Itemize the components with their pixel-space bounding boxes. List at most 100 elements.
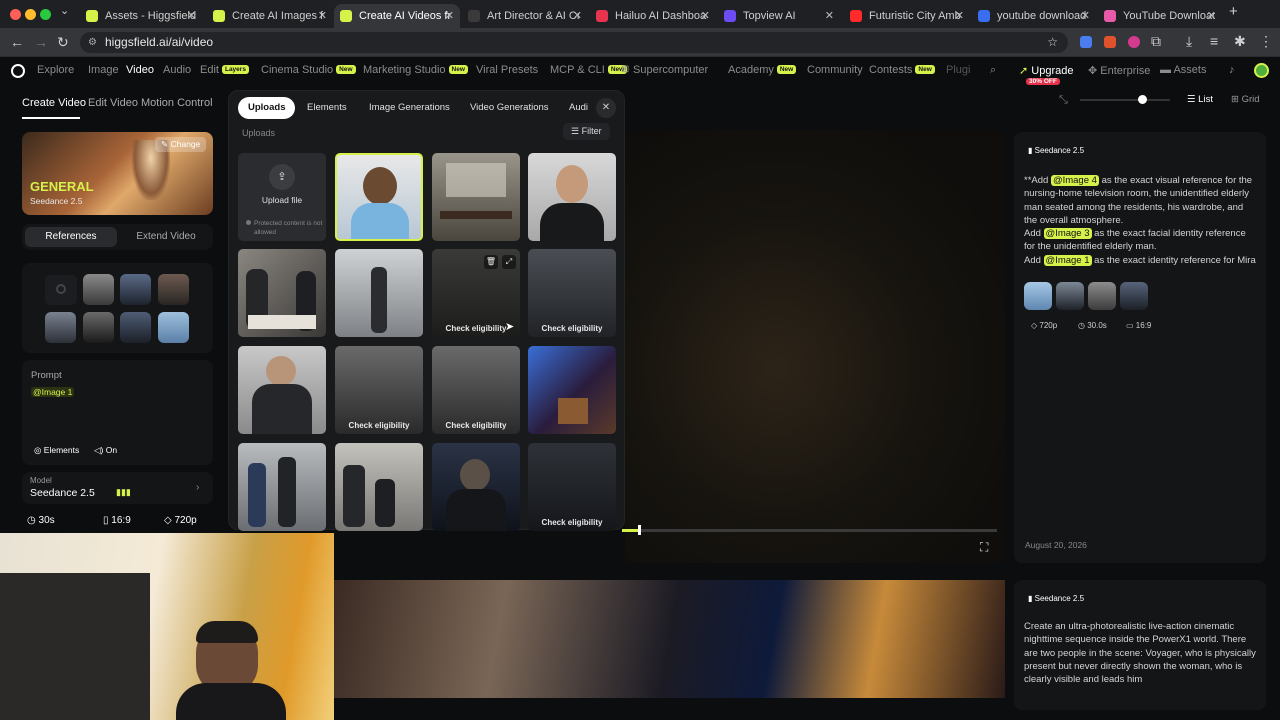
nav-mcp-cli[interactable]: MCP & CLI New <box>550 64 628 76</box>
nav-audio[interactable]: Audio <box>163 64 191 76</box>
upload-thumbnail-restricted[interactable]: Check eligibility <box>432 346 520 434</box>
reference-thumbnail[interactable] <box>158 274 189 305</box>
expand-icon[interactable]: ⤢ <box>502 255 516 269</box>
upload-thumbnail-restricted[interactable]: Check eligibility <box>528 249 616 337</box>
filter-button[interactable]: ☰ Filter <box>563 123 610 140</box>
extension-icon[interactable] <box>1080 36 1092 48</box>
video-progress-track[interactable] <box>625 529 997 532</box>
tab-close-icon[interactable]: ✕ <box>318 9 327 22</box>
zoom-slider-thumb[interactable] <box>1138 95 1147 104</box>
tab-create-video[interactable]: Create Video <box>22 97 86 109</box>
check-eligibility-button[interactable]: Check eligibility <box>432 421 520 430</box>
tab-close-icon[interactable]: ✕ <box>955 9 964 22</box>
check-eligibility-button[interactable]: Check eligibility <box>528 324 616 333</box>
reference-thumbnail[interactable] <box>1024 282 1052 310</box>
tab-video-generations[interactable]: Video Generations <box>460 97 559 119</box>
prompt-image-tag[interactable]: @Image 1 <box>31 387 75 397</box>
browser-menu-icon[interactable]: ⋮ <box>1259 33 1273 50</box>
quality-setting[interactable]: ◇ 720p <box>164 515 197 526</box>
upload-thumbnail[interactable] <box>528 153 616 241</box>
tab-image-generations[interactable]: Image Generations <box>359 97 460 119</box>
extend-video-tab[interactable]: Extend Video <box>122 227 210 247</box>
browser-tab[interactable]: Futuristic City Ambie ✕ <box>844 4 970 28</box>
upload-thumbnail[interactable] <box>335 249 423 337</box>
video-scrubber[interactable] <box>638 525 641 535</box>
upload-thumbnail[interactable] <box>335 443 423 531</box>
avatar[interactable] <box>1254 63 1269 78</box>
check-eligibility-button[interactable]: Check eligibility <box>335 421 423 430</box>
close-popover-icon[interactable]: ✕ <box>596 98 616 118</box>
browser-tab[interactable]: Art Director & AI Cre ✕ <box>462 4 588 28</box>
reference-thumbnail[interactable] <box>45 312 76 343</box>
reference-thumbnail[interactable] <box>83 274 114 305</box>
reference-thumbnail[interactable] <box>83 312 114 343</box>
higgsfield-logo-icon[interactable] <box>11 64 25 78</box>
browser-tab[interactable]: Hailuo AI Dashboard ✕ <box>590 4 716 28</box>
model-selector[interactable]: Model Seedance 2.5 ▮▮▮ › <box>22 472 213 504</box>
grid-view-button[interactable]: ⊞ Grid <box>1231 94 1260 105</box>
nav-assets[interactable]: ▬ Assets <box>1160 64 1206 76</box>
reload-icon[interactable]: ↻ <box>57 34 69 51</box>
nav-academy[interactable]: Academy New <box>728 64 797 76</box>
prompt-box[interactable]: Prompt @Image 1 ◎ Elements ◁) On <box>22 360 213 465</box>
audio-toggle[interactable]: ◁) On <box>94 445 117 456</box>
delete-icon[interactable]: 🗑 <box>484 255 498 269</box>
change-button[interactable]: ✎ Change <box>155 137 207 152</box>
reference-thumbnail[interactable] <box>120 274 151 305</box>
notification-bell-icon[interactable]: ♪ <box>1229 64 1235 76</box>
upload-thumbnail[interactable] <box>238 346 326 434</box>
browser-tab[interactable]: Topview AI ✕ <box>718 4 840 28</box>
tab-edit-video[interactable]: Edit Video <box>88 97 138 109</box>
browser-tab[interactable]: youtube download o ✕ <box>972 4 1096 28</box>
model-preset-card[interactable]: ✎ Change GENERAL Seedance 2.5 <box>22 132 213 215</box>
upgrade-button[interactable]: ➚ Upgrade <box>1019 64 1073 77</box>
nav-video[interactable]: Video <box>126 64 154 76</box>
nav-enterprise[interactable]: ✥ Enterprise <box>1088 64 1150 77</box>
reference-thumbnail[interactable] <box>120 312 151 343</box>
nav-marketing-studio[interactable]: Marketing Studio New <box>363 64 468 76</box>
expand-icon[interactable]: ⤡ <box>1059 94 1068 107</box>
close-window-button[interactable] <box>10 9 21 20</box>
check-eligibility-button[interactable]: Check eligibility <box>528 518 616 527</box>
video-preview-1[interactable] <box>625 130 1005 563</box>
tab-close-icon[interactable]: ✕ <box>1081 9 1090 22</box>
duration-setting[interactable]: ◷ 30s <box>27 515 55 526</box>
upload-thumbnail-restricted[interactable]: Check eligibility <box>528 443 616 531</box>
browser-tab[interactable]: YouTube Downloader ✕ <box>1098 4 1222 28</box>
tab-close-icon[interactable]: ✕ <box>573 9 582 22</box>
forward-icon[interactable]: → <box>34 34 48 50</box>
list-view-button[interactable]: ☰ List <box>1187 94 1213 105</box>
aspect-setting[interactable]: ▯ 16:9 <box>103 515 131 526</box>
upload-thumbnail[interactable] <box>432 443 520 531</box>
nav-community[interactable]: Community <box>807 64 863 76</box>
nav-viral-presets[interactable]: Viral Presets <box>476 64 538 76</box>
extensions-puzzle-icon[interactable]: ⧉ <box>1151 33 1161 50</box>
tab-motion-control[interactable]: Motion Control <box>141 97 213 109</box>
nav-contests[interactable]: Contests New <box>869 64 935 76</box>
tab-close-icon[interactable]: ✕ <box>187 9 196 22</box>
tab-close-icon[interactable]: ✕ <box>445 9 454 22</box>
url-field[interactable]: ⚙ higgsfield.ai/ai/video ☆ <box>80 32 1068 53</box>
fullscreen-icon[interactable]: ⛶ <box>980 540 988 555</box>
elements-toggle[interactable]: ◎ Elements <box>34 445 79 456</box>
upload-thumbnail-selected[interactable] <box>335 153 423 241</box>
site-info-icon[interactable]: ⚙ <box>88 32 97 53</box>
upload-thumbnail[interactable] <box>238 443 326 531</box>
download-icon[interactable]: ⤓ <box>1186 33 1192 50</box>
extension-icon[interactable] <box>1128 36 1140 48</box>
back-icon[interactable]: ← <box>10 34 24 50</box>
maximize-window-button[interactable] <box>40 9 51 20</box>
nav-cinema-studio[interactable]: Cinema Studio New <box>261 64 356 76</box>
tab-elements[interactable]: Elements <box>297 97 357 119</box>
nav-edit[interactable]: Edit Layers <box>200 64 249 76</box>
upload-thumbnail-restricted[interactable]: Check eligibility <box>335 346 423 434</box>
tab-audio[interactable]: Audi <box>559 97 591 119</box>
upload-thumbnail[interactable] <box>238 249 326 337</box>
tab-close-icon[interactable]: ✕ <box>1207 9 1216 22</box>
nav-supercomputer[interactable]: ⊞ Supercomputer <box>621 64 708 76</box>
tab-close-icon[interactable]: ✕ <box>701 9 710 22</box>
reference-thumbnail[interactable] <box>1120 282 1148 310</box>
extension-icon[interactable] <box>1104 36 1116 48</box>
media-controls-icon[interactable]: ≡ <box>1210 33 1218 49</box>
accessibility-icon[interactable]: ✱ <box>1234 33 1246 50</box>
